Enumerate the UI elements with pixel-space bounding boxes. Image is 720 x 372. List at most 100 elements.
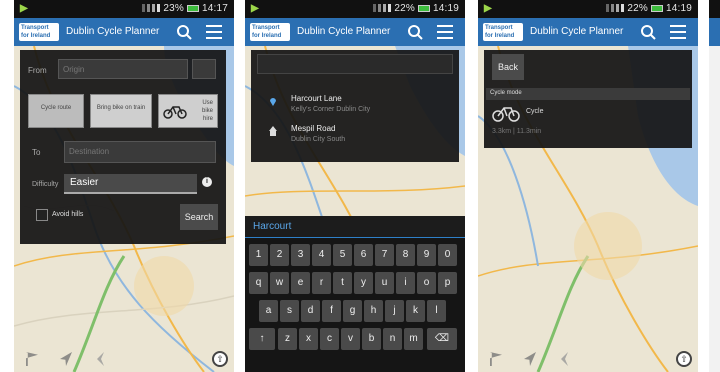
key[interactable]: k xyxy=(406,300,425,322)
key[interactable]: e xyxy=(291,272,310,294)
key[interactable]: i xyxy=(396,272,415,294)
suggestion-subtitle: Dublin City South xyxy=(291,136,346,143)
key[interactable]: l xyxy=(427,300,446,322)
option-cycle-route[interactable]: Cycle route xyxy=(28,94,84,128)
clock: 14:19 xyxy=(665,3,692,14)
key[interactable]: n xyxy=(383,328,402,350)
app-logo: Transport for Ireland xyxy=(19,23,59,41)
option-bike-hire-label: Use bike hire xyxy=(201,100,213,122)
info-icon[interactable]: i xyxy=(202,177,212,187)
search-icon[interactable] xyxy=(176,24,192,40)
key[interactable]: 9 xyxy=(417,244,436,266)
notification-icon: ▶ xyxy=(20,3,28,14)
backspace-key[interactable]: ⌫ xyxy=(427,328,457,350)
search-icon[interactable] xyxy=(407,24,423,40)
key[interactable]: o xyxy=(417,272,436,294)
key[interactable]: x xyxy=(299,328,318,350)
key[interactable]: 2 xyxy=(270,244,289,266)
list-view xyxy=(709,46,720,372)
key[interactable]: m xyxy=(404,328,423,350)
origin-field[interactable]: Origin xyxy=(58,59,188,79)
key[interactable]: u xyxy=(375,272,394,294)
avoid-hills-checkbox[interactable] xyxy=(36,209,48,221)
menu-icon[interactable] xyxy=(670,25,686,39)
key[interactable]: 8 xyxy=(396,244,415,266)
signal-icon xyxy=(606,4,625,13)
app-title: Dublin Cycle Planner xyxy=(530,26,624,37)
key[interactable]: z xyxy=(278,328,297,350)
screen-planner: ▶ 23% 14:17 Transport for Ireland Dublin C… xyxy=(14,0,234,372)
notification-icon: ▶ xyxy=(484,3,492,14)
key[interactable]: h xyxy=(364,300,383,322)
shift-key[interactable]: ↑ xyxy=(249,328,275,350)
key[interactable]: 5 xyxy=(333,244,352,266)
battery-icon xyxy=(186,4,199,12)
chevron-left-icon[interactable] xyxy=(561,352,568,366)
map-toolbar: ⇧ xyxy=(14,346,234,372)
key[interactable]: v xyxy=(341,328,360,350)
key[interactable]: y xyxy=(354,272,373,294)
flag-icon[interactable] xyxy=(26,352,38,366)
key[interactable]: j xyxy=(385,300,404,322)
back-button[interactable]: Back xyxy=(492,54,524,80)
search-field[interactable] xyxy=(257,54,453,74)
map-toolbar: ⇧ xyxy=(478,346,698,372)
flag-icon[interactable] xyxy=(490,352,502,366)
key[interactable]: a xyxy=(259,300,278,322)
key[interactable]: r xyxy=(312,272,331,294)
option-bike-on-train[interactable]: Bring bike on train xyxy=(90,94,152,128)
compass-icon[interactable]: ⇧ xyxy=(212,351,228,367)
navigate-icon[interactable] xyxy=(60,352,72,366)
key[interactable]: 0 xyxy=(438,244,457,266)
key[interactable]: w xyxy=(270,272,289,294)
status-bar: ▶ 22% 14:19 xyxy=(478,0,698,18)
suggestion-title[interactable]: Harcourt Lane xyxy=(291,94,342,103)
app-bar: Transport for Ireland Dublin Cycle Planne… xyxy=(245,18,465,46)
cycle-mode-name[interactable]: Cycle xyxy=(526,108,544,115)
menu-icon[interactable] xyxy=(206,25,222,39)
destination-field[interactable]: Destination xyxy=(64,141,216,163)
app-bar: Transport for Ireland Dublin Cycle Planne… xyxy=(478,18,698,46)
clock: 14:19 xyxy=(432,3,459,14)
key[interactable]: s xyxy=(280,300,299,322)
battery-icon xyxy=(417,4,430,12)
keyboard-input[interactable]: Harcourt xyxy=(245,216,465,238)
status-right: 22% 14:19 xyxy=(373,3,459,14)
battery-icon xyxy=(650,4,663,12)
key[interactable]: g xyxy=(343,300,362,322)
key[interactable]: 3 xyxy=(291,244,310,266)
key[interactable]: b xyxy=(362,328,381,350)
status-bar xyxy=(709,0,720,18)
route-form: From Origin Cycle route Bring bike on tr… xyxy=(20,50,226,244)
home-icon xyxy=(269,126,277,136)
key[interactable]: c xyxy=(320,328,339,350)
menu-icon[interactable] xyxy=(437,25,453,39)
screen-result: ▶ 22% 14:19 Transport for Ireland Dublin C… xyxy=(478,0,698,372)
navigate-icon[interactable] xyxy=(524,352,536,366)
chevron-left-icon[interactable] xyxy=(97,352,104,366)
key[interactable]: 4 xyxy=(312,244,331,266)
difficulty-select[interactable]: Easier xyxy=(64,174,197,194)
suggestion-title[interactable]: Mespil Road xyxy=(291,124,335,133)
search-icon[interactable] xyxy=(640,24,656,40)
key[interactable]: 6 xyxy=(354,244,373,266)
key[interactable]: 7 xyxy=(375,244,394,266)
key[interactable]: p xyxy=(438,272,457,294)
key[interactable]: t xyxy=(333,272,352,294)
signal-icon xyxy=(373,4,392,13)
key[interactable]: q xyxy=(249,272,268,294)
suggestion-subtitle: Kelly's Corner Dublin City xyxy=(291,106,371,113)
app-logo: Transport for Ireland xyxy=(250,23,290,41)
app-title: Dublin Cycle Planner xyxy=(66,26,160,37)
key[interactable]: 1 xyxy=(249,244,268,266)
suggestion-panel: Harcourt Lane Kelly's Corner Dublin City… xyxy=(251,50,459,162)
key[interactable]: f xyxy=(322,300,341,322)
clock: 14:17 xyxy=(201,3,228,14)
compass-icon[interactable]: ⇧ xyxy=(676,351,692,367)
app-bar: Transport for Ireland Dublin Cycle Planne… xyxy=(14,18,234,46)
option-bike-hire[interactable]: Use bike hire xyxy=(158,94,218,128)
locate-button[interactable] xyxy=(192,59,216,79)
search-button[interactable]: Search xyxy=(180,204,218,230)
key[interactable]: d xyxy=(301,300,320,322)
screen-search: ▶ 22% 14:19 Transport for Ireland Dublin C… xyxy=(245,0,465,372)
